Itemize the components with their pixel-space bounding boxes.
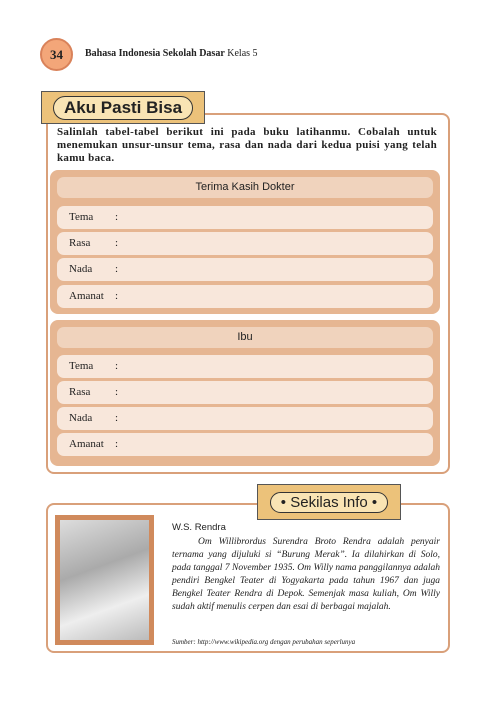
page: 34 Bahasa Indonesia Sekolah Dasar Kelas … [0,0,499,709]
table-row[interactable]: Amanat: [57,433,433,456]
rendra-photo [55,515,154,645]
info-content: W.S. Rendra Om Willibrordus Surendra Bro… [172,521,440,649]
info-text: Om Willibrordus Surendra Broto Rendra ad… [172,537,440,612]
running-header: Bahasa Indonesia Sekolah Dasar Kelas 5 [85,48,258,59]
info-name: W.S. Rendra [172,522,226,533]
table-row[interactable]: Nada: [57,407,433,430]
table-row[interactable]: Nada: [57,258,433,281]
instruction-text: Salinlah tabel-tabel berikut ini pada bu… [57,126,437,164]
book-title: Bahasa Indonesia Sekolah Dasar [85,48,225,59]
table-terima-kasih-dokter: Terima Kasih Dokter Tema: Rasa: Nada: Am… [50,170,440,314]
page-number-badge: 34 [40,38,73,71]
page-number: 34 [50,46,63,62]
table-ibu: Ibu Tema: Rasa: Nada: Amanat: [50,320,440,466]
table-row[interactable]: Amanat: [57,285,433,308]
table-row[interactable]: Tema: [57,355,433,378]
table-title: Ibu [57,327,433,348]
table-row[interactable]: Rasa: [57,381,433,404]
table-row[interactable]: Rasa: [57,232,433,255]
info-label: • Sekilas Info • [257,484,401,520]
exercise-label: Aku Pasti Bisa [41,91,205,124]
table-row[interactable]: Tema: [57,206,433,229]
table-title: Terima Kasih Dokter [57,177,433,198]
book-class: Kelas 5 [227,48,258,59]
info-source: Sumber: http://www.wikipedia.org dengan … [172,638,356,646]
